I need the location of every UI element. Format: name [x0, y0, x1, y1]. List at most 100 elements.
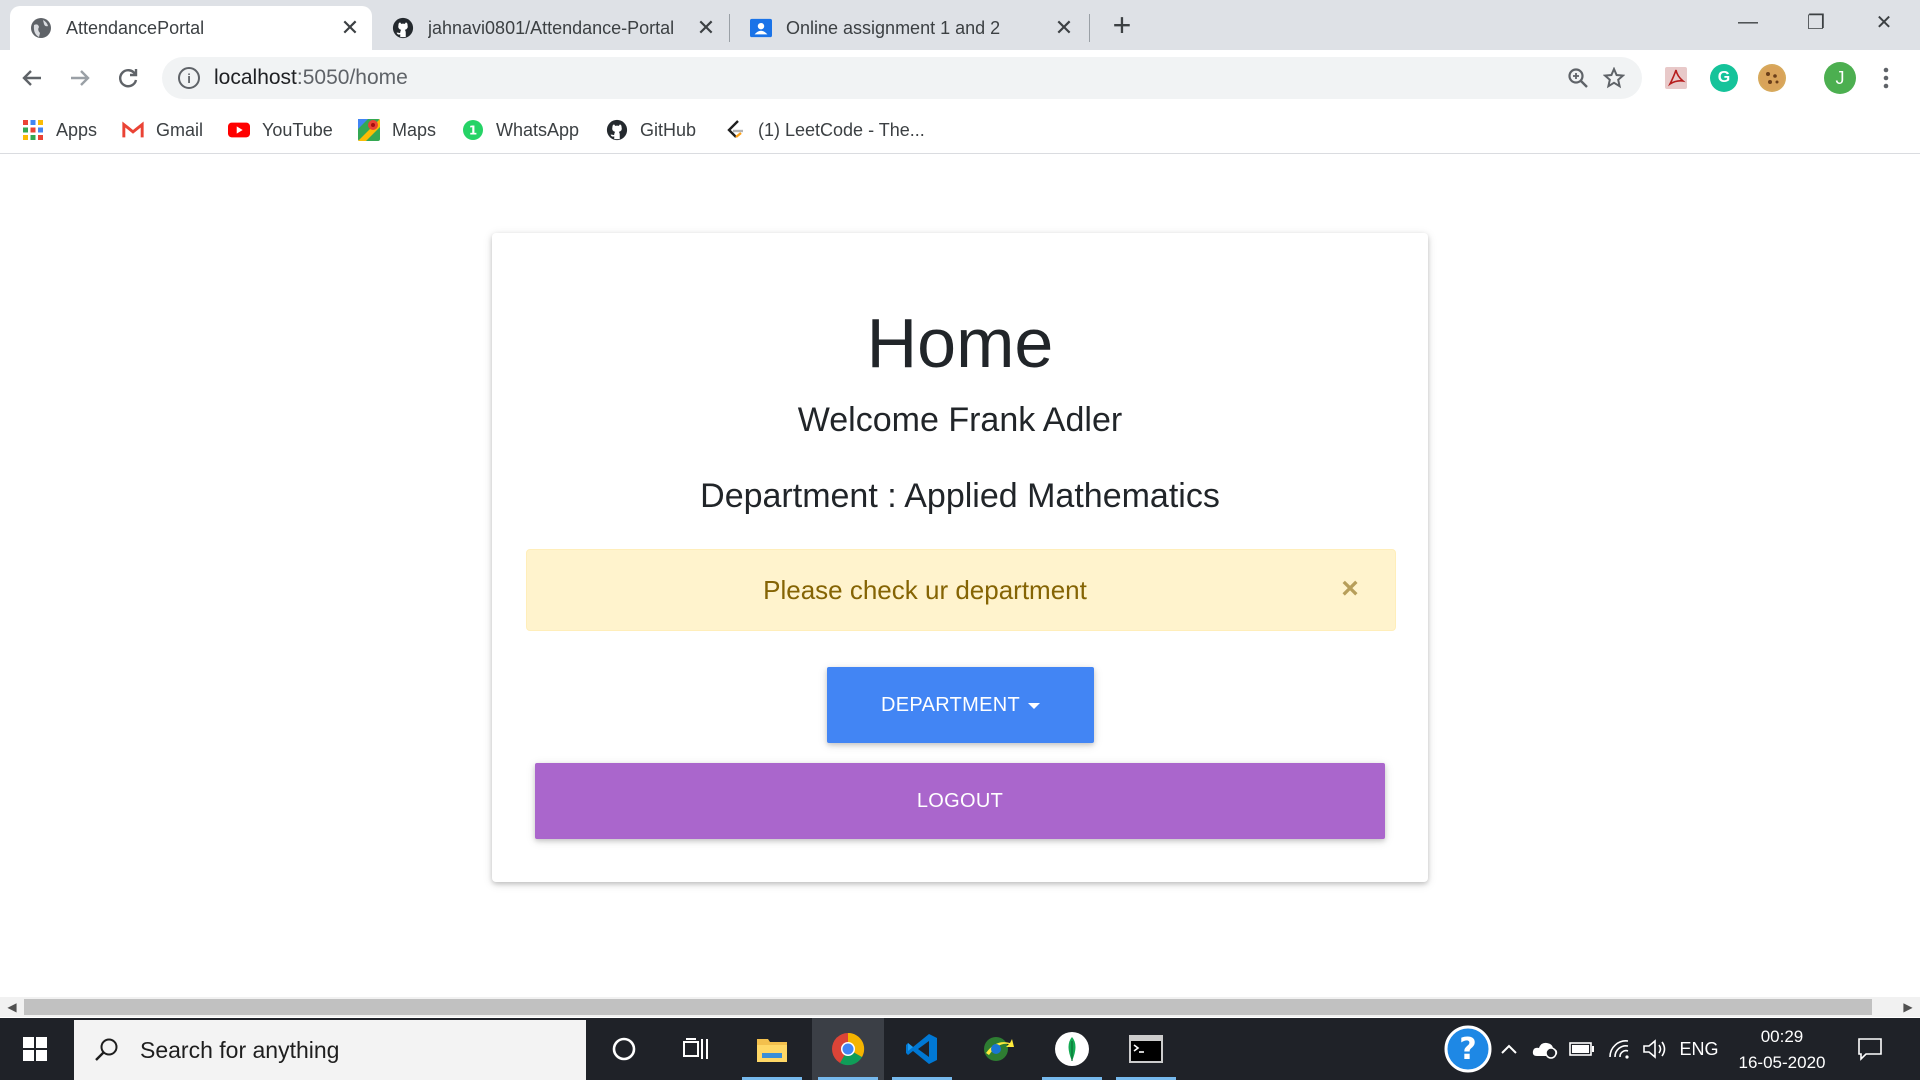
browser-menu-icon[interactable]	[1868, 60, 1904, 96]
tab-separator	[1089, 14, 1090, 42]
bookmark-label: YouTube	[262, 119, 333, 140]
github-icon	[606, 119, 628, 141]
pdf-extension-icon[interactable]	[1662, 64, 1690, 92]
url-host: localhost	[214, 66, 297, 89]
reload-icon	[119, 69, 138, 88]
logout-button[interactable]: Logout	[535, 763, 1385, 839]
whatsapp-icon: 1	[462, 119, 484, 141]
bookmark-label: (1) LeetCode - The...	[758, 119, 925, 140]
maps-icon	[358, 119, 380, 141]
address-bar[interactable]: i localhost:5050/home	[162, 57, 1642, 99]
apps-grid-icon	[22, 119, 44, 141]
youtube-icon	[228, 119, 250, 141]
github-icon	[392, 17, 414, 39]
tab-attendance-portal[interactable]: AttendancePortal ✕	[10, 6, 372, 50]
browser-tab-strip: AttendancePortal ✕ jahnavi0801/Attendanc…	[0, 0, 1920, 50]
back-button[interactable]	[14, 60, 50, 96]
close-tab-icon[interactable]: ✕	[336, 14, 364, 42]
file-explorer-icon[interactable]	[736, 1018, 808, 1080]
input-language-indicator[interactable]: ENG	[1676, 1018, 1722, 1080]
home-card: Home Welcome Frank Adler Department : Ap…	[492, 233, 1428, 882]
bookmark-leetcode[interactable]: (1) LeetCode - The...	[724, 116, 925, 144]
close-alert-icon[interactable]: ×	[1333, 572, 1367, 606]
bookmark-youtube[interactable]: YouTube	[228, 116, 333, 144]
bookmark-github[interactable]: GitHub	[606, 116, 696, 144]
close-icon: ✕	[1875, 11, 1893, 34]
bookmark-apps[interactable]: Apps	[22, 116, 97, 144]
page-title: Home	[866, 304, 1054, 382]
clock-date: 16-05-2020	[1738, 1053, 1826, 1072]
bookmark-label: Gmail	[156, 119, 204, 140]
notifications-icon[interactable]	[1850, 1018, 1890, 1080]
profile-avatar[interactable]: J	[1824, 62, 1856, 94]
svg-text:?: ?	[1459, 1032, 1476, 1067]
bookmark-label: GitHub	[640, 119, 697, 140]
bookmark-label: Apps	[56, 119, 98, 140]
globe-icon	[30, 17, 52, 39]
onedrive-cloud-icon[interactable]	[1530, 1018, 1560, 1080]
scroll-left-icon[interactable]: ◀	[2, 997, 22, 1017]
department-info: Department : Applied Mathematics	[700, 477, 1220, 515]
taskbar-search-box[interactable]: Search for anything	[74, 1020, 586, 1080]
department-dropdown-button[interactable]: Department	[827, 667, 1094, 743]
bookmark-whatsapp[interactable]: 1 WhatsApp	[462, 116, 579, 144]
back-arrow-icon	[22, 70, 41, 86]
task-view-icon[interactable]	[660, 1018, 732, 1080]
bookmark-gmail[interactable]: Gmail	[122, 116, 203, 144]
start-button[interactable]	[0, 1018, 70, 1080]
minimize-icon: —	[1738, 10, 1758, 33]
restore-window-button[interactable]: ❐	[1784, 4, 1848, 40]
new-tab-button[interactable]: +	[1106, 9, 1138, 42]
close-tab-icon[interactable]: ✕	[692, 14, 720, 42]
alert-message: Please check ur department	[763, 575, 1087, 605]
battery-icon[interactable]	[1568, 1018, 1596, 1080]
tab-title: Online assignment 1 and 2	[786, 17, 1001, 38]
forward-button[interactable]	[62, 60, 98, 96]
tab-github-repo[interactable]: jahnavi0801/Attendance-Portal ✕	[372, 6, 728, 50]
horizontal-scrollbar[interactable]: ◀ ▶	[0, 997, 1920, 1017]
warning-alert: Please check ur department ×	[526, 549, 1396, 631]
scrollbar-thumb[interactable]	[24, 999, 1872, 1015]
vscode-icon[interactable]	[886, 1018, 958, 1080]
windows-logo-icon	[23, 1037, 47, 1061]
tab-title: AttendancePortal	[66, 17, 205, 38]
close-window-button[interactable]: ✕	[1852, 4, 1916, 40]
scroll-right-icon[interactable]: ▶	[1898, 997, 1918, 1017]
taskbar-clock[interactable]: 00:29 16-05-2020	[1726, 1024, 1838, 1076]
show-hidden-icons-chevron-icon[interactable]	[1498, 1018, 1520, 1080]
classroom-icon	[750, 17, 772, 39]
bookmark-star-icon[interactable]	[1596, 60, 1632, 96]
terminal-icon[interactable]	[1110, 1018, 1182, 1080]
windows-taskbar: Search for anything ? ENG 00:29 16-05-20…	[0, 1018, 1920, 1080]
bookmark-maps[interactable]: Maps	[358, 116, 436, 144]
search-icon	[92, 1035, 122, 1065]
cortana-icon[interactable]	[588, 1018, 660, 1080]
reload-button[interactable]	[110, 60, 146, 96]
department-button-label: Department	[881, 693, 1020, 716]
browser-toolbar: i localhost:5050/home G J	[0, 50, 1920, 106]
tab-online-assignment[interactable]: Online assignment 1 and 2 ✕	[730, 6, 1086, 50]
logout-button-label: Logout	[916, 789, 1004, 812]
url-text[interactable]: localhost:5050/home	[214, 66, 1560, 90]
close-tab-icon[interactable]: ✕	[1050, 14, 1078, 42]
search-placeholder: Search for anything	[140, 1036, 340, 1063]
wifi-icon[interactable]	[1606, 1018, 1634, 1080]
chrome-icon[interactable]	[812, 1018, 884, 1080]
minimize-window-button[interactable]: —	[1716, 4, 1780, 40]
svg-text:1: 1	[469, 124, 477, 138]
grammarly-icon[interactable]: G	[1710, 64, 1738, 92]
mongodb-icon[interactable]	[1036, 1018, 1108, 1080]
cookie-icon[interactable]	[1758, 64, 1786, 92]
restore-icon: ❐	[1807, 11, 1825, 34]
bookmark-label: WhatsApp	[496, 119, 580, 140]
volume-icon[interactable]	[1640, 1018, 1670, 1080]
welcome-message: Welcome Frank Adler	[797, 401, 1123, 439]
bookmark-label: Maps	[392, 119, 437, 140]
network-app-icon[interactable]	[962, 1018, 1034, 1080]
zoom-icon[interactable]	[1560, 60, 1596, 96]
help-icon[interactable]: ?	[1442, 1018, 1494, 1080]
url-path: :5050/home	[296, 66, 408, 89]
site-info-icon[interactable]: i	[178, 67, 200, 89]
gmail-icon	[122, 119, 144, 141]
caret-down-icon	[1027, 703, 1040, 709]
